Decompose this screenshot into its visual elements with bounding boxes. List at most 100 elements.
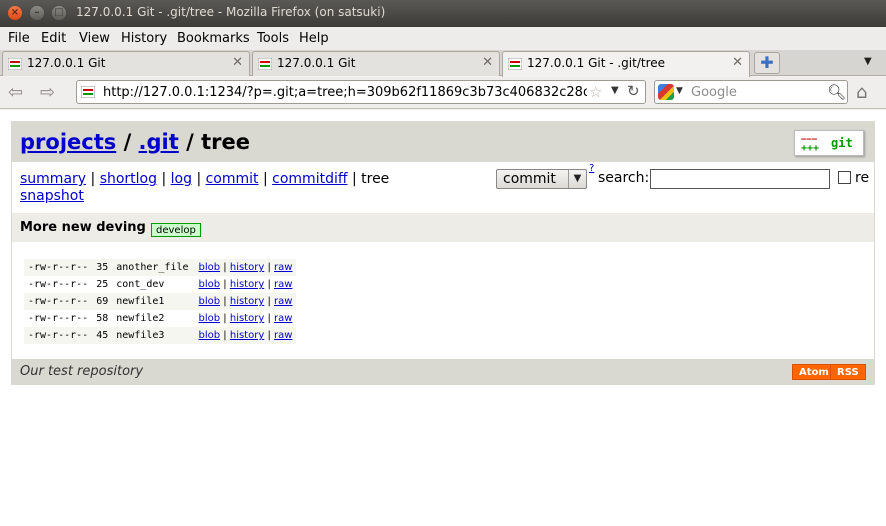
regex-label: re — [855, 170, 870, 186]
link-separator: | — [223, 330, 227, 341]
menu-edit[interactable]: Edit — [41, 31, 66, 46]
git-logo-plus-marks: +++ — [801, 143, 820, 154]
link-separator: | — [223, 262, 227, 273]
menu-history[interactable]: History — [121, 31, 167, 46]
tab-close-icon[interactable]: ✕ — [732, 55, 743, 70]
tab-2[interactable]: 127.0.0.1 Git ✕ — [252, 51, 500, 76]
commit-title[interactable]: More new deving — [20, 220, 146, 235]
link-separator: | — [223, 296, 227, 307]
tab-close-icon[interactable]: ✕ — [232, 55, 243, 70]
blob-link[interactable]: blob — [199, 313, 221, 324]
tab-3-active[interactable]: 127.0.0.1 Git - .git/tree ✕ — [502, 51, 750, 77]
history-link[interactable]: history — [230, 262, 264, 273]
tab-close-icon[interactable]: ✕ — [482, 55, 493, 70]
menu-tools[interactable]: Tools — [257, 31, 289, 46]
nav-separator: | — [262, 171, 268, 187]
history-link[interactable]: history — [230, 313, 264, 324]
raw-link[interactable]: raw — [274, 296, 292, 307]
repo-description: Our test repository — [20, 364, 144, 379]
nav-summary-link[interactable]: summary — [20, 171, 86, 187]
nav-shortlog-link[interactable]: shortlog — [100, 171, 157, 187]
file-size: 25 — [96, 279, 109, 290]
file-name-link[interactable]: newfile1 — [112, 293, 192, 310]
select-arrow-icon[interactable]: ▼ — [568, 170, 586, 188]
blob-link[interactable]: blob — [199, 279, 221, 290]
raw-link[interactable]: raw — [274, 313, 292, 324]
history-link[interactable]: history — [230, 330, 264, 341]
file-size: 35 — [96, 262, 109, 273]
file-mode: -rw-r--r-- — [28, 330, 89, 341]
link-separator: | — [267, 279, 271, 290]
file-mode: -rw-r--r-- — [28, 296, 89, 307]
git-logo[interactable]: −−− +++ git — [794, 130, 864, 156]
branch-badge[interactable]: develop — [151, 223, 201, 237]
bookmark-star-icon[interactable]: ☆ — [589, 83, 602, 101]
new-tab-button[interactable]: ✚ — [754, 52, 780, 74]
blob-link[interactable]: blob — [199, 330, 221, 341]
table-row: -rw-r--r-- 25 cont_dev blob | history | … — [24, 276, 296, 293]
reload-icon[interactable]: ↻ — [627, 82, 640, 100]
menu-help[interactable]: Help — [299, 31, 329, 46]
nav-commitdiff-link[interactable]: commitdiff — [272, 171, 347, 187]
rss-feed-button[interactable]: RSS — [830, 364, 866, 380]
action-nav-secondary: snapshot — [20, 188, 84, 204]
link-separator: | — [267, 313, 271, 324]
url-text[interactable]: http://127.0.0.1:1234/?p=.git;a=tree;h=3… — [103, 85, 587, 100]
raw-link[interactable]: raw — [274, 262, 292, 273]
url-history-dropdown-icon[interactable]: ▼ — [611, 85, 619, 96]
nav-commit-link[interactable]: commit — [206, 171, 259, 187]
back-arrow-icon[interactable]: ⇦ — [8, 82, 23, 103]
search-type-select[interactable]: commit ▼ — [496, 169, 587, 189]
history-link[interactable]: history — [230, 296, 264, 307]
git-logo-text: git — [831, 136, 853, 150]
magnifier-icon[interactable]: 🔍︎ — [827, 83, 846, 101]
nav-snapshot-link[interactable]: snapshot — [20, 188, 84, 204]
nav-log-link[interactable]: log — [171, 171, 192, 187]
close-window-button[interactable]: × — [8, 6, 22, 20]
file-name-link[interactable]: cont_dev — [112, 276, 192, 293]
blob-link[interactable]: blob — [199, 296, 221, 307]
file-name-link[interactable]: newfile3 — [112, 327, 192, 344]
url-bar[interactable]: http://127.0.0.1:1234/?p=.git;a=tree;h=3… — [76, 80, 646, 104]
projects-link[interactable]: projects — [20, 130, 116, 154]
raw-link[interactable]: raw — [274, 279, 292, 290]
search-help-link[interactable]: ? — [589, 163, 594, 174]
engine-dropdown-icon[interactable]: ▼ — [676, 86, 683, 96]
forward-arrow-icon[interactable]: ⇨ — [40, 82, 55, 103]
link-separator: | — [223, 313, 227, 324]
file-mode: -rw-r--r-- — [28, 313, 89, 324]
blob-link[interactable]: blob — [199, 262, 221, 273]
google-engine-icon[interactable] — [658, 84, 674, 100]
nav-tree-current: tree — [361, 171, 390, 187]
table-row: -rw-r--r-- 35 another_file blob | histor… — [24, 259, 297, 276]
history-link[interactable]: history — [230, 279, 264, 290]
link-separator: | — [223, 279, 227, 290]
file-links: blob | history | raw — [193, 259, 297, 276]
minimize-window-button[interactable]: – — [30, 6, 44, 20]
raw-link[interactable]: raw — [274, 330, 292, 341]
menu-bookmarks[interactable]: Bookmarks — [177, 31, 250, 46]
action-nav: summary | shortlog | log | commit | comm… — [20, 171, 389, 187]
gitweb-favicon-icon — [258, 58, 272, 70]
tab-list-dropdown-icon[interactable]: ▼ — [864, 56, 872, 67]
commit-header[interactable]: More new deving develop — [12, 213, 874, 242]
search-placeholder[interactable]: Google — [691, 85, 737, 100]
file-size: 58 — [96, 313, 109, 324]
maximize-window-button[interactable]: □ — [52, 6, 66, 20]
search-input[interactable] — [650, 169, 830, 189]
gitweb-favicon-icon — [8, 58, 22, 70]
home-icon[interactable]: ⌂ — [856, 82, 867, 103]
link-separator: | — [267, 296, 271, 307]
web-search-box[interactable]: ▼ Google 🔍︎ — [654, 80, 848, 104]
menu-view[interactable]: View — [79, 31, 110, 46]
page-content: projects / .git / tree −−− +++ git summa… — [0, 110, 886, 526]
file-name-link[interactable]: another_file — [112, 259, 192, 276]
project-link[interactable]: .git — [139, 130, 179, 154]
regex-checkbox[interactable] — [838, 171, 851, 184]
tab-1[interactable]: 127.0.0.1 Git ✕ — [2, 51, 250, 76]
file-name-link[interactable]: newfile2 — [112, 310, 192, 327]
tree-table: -rw-r--r-- 35 another_file blob | histor… — [24, 259, 297, 344]
menu-file[interactable]: File — [8, 31, 30, 46]
file-links: blob | history | raw — [193, 310, 297, 327]
file-links: blob | history | raw — [193, 276, 297, 293]
